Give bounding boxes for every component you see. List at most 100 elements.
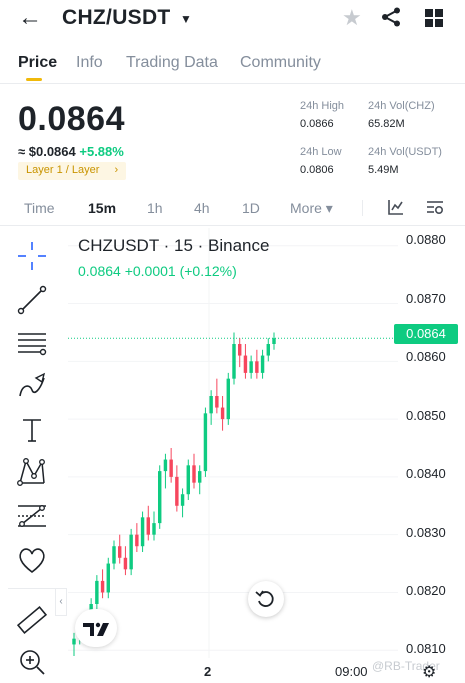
candle-body	[266, 344, 270, 356]
y-tick-label: 0.0830	[406, 525, 446, 540]
tab-price[interactable]: Price	[18, 54, 57, 72]
y-tick-label: 0.0870	[406, 291, 446, 306]
last-price: 0.0864	[18, 100, 125, 138]
candle-body	[209, 396, 213, 414]
reset-icon	[255, 590, 274, 607]
share-icon[interactable]	[380, 6, 402, 28]
tradingview-logo[interactable]	[75, 609, 117, 647]
page-tabs: Price Info Trading Data Community	[0, 48, 465, 84]
current-price-tag: 0.0864	[394, 324, 458, 344]
reset-chart-button[interactable]	[248, 581, 284, 617]
y-tick-label: 0.0840	[406, 466, 446, 481]
toolbar-divider	[8, 588, 56, 589]
gear-icon[interactable]: ⚙	[422, 662, 436, 682]
interval-1h[interactable]: 1h	[147, 200, 163, 216]
interval-more[interactable]: More ▾	[290, 200, 333, 217]
y-tick-label: 0.0880	[406, 232, 446, 247]
pattern-icon[interactable]	[16, 456, 48, 488]
candle-body	[95, 580, 99, 604]
candle-body	[243, 355, 248, 373]
candle-body	[232, 344, 236, 379]
candle-body	[100, 580, 105, 593]
horizontal-lines-icon[interactable]	[16, 328, 48, 360]
stat-24h-vol-base-value: 65.82M	[368, 118, 405, 130]
chart-title: CHZUSDT · 15 · Binance	[78, 236, 270, 255]
candle-body	[146, 517, 150, 535]
candle-body	[112, 546, 116, 564]
candle-body	[255, 361, 259, 373]
candle-body	[129, 534, 133, 570]
candle-body	[192, 465, 196, 483]
chevron-down-icon[interactable]: ▼	[180, 12, 192, 26]
stat-24h-low-label: 24h Low	[300, 146, 342, 158]
candle-body	[152, 523, 156, 535]
crosshair-icon[interactable]	[16, 240, 48, 272]
indicators-icon[interactable]	[388, 199, 404, 215]
top-bar: ← CHZ/USDT ▼ ★	[0, 0, 465, 40]
heart-icon[interactable]	[16, 544, 48, 576]
candle-body	[175, 476, 179, 506]
candle-body	[118, 546, 122, 558]
trend-line-icon[interactable]	[16, 284, 48, 316]
candle-body	[123, 557, 128, 570]
tab-community[interactable]: Community	[240, 54, 321, 72]
category-tag[interactable]: Layer 1 / Layer ›	[18, 162, 127, 180]
stat-24h-high-label: 24h High	[300, 100, 345, 112]
text-icon[interactable]	[16, 414, 48, 446]
candle-body	[140, 517, 145, 547]
stat-24h-high-value: 0.0866	[300, 118, 334, 130]
candle-body	[226, 378, 230, 420]
y-tick-label: 0.0820	[406, 583, 446, 598]
brush-icon[interactable]	[16, 370, 48, 402]
candle-body	[272, 338, 276, 344]
candle-body	[180, 494, 185, 506]
stat-24h-low-value: 0.0806	[300, 164, 334, 176]
candle-body	[238, 344, 242, 356]
category-tag-label: Layer 1 / Layer	[26, 164, 100, 176]
candle-body	[135, 534, 139, 547]
divider	[362, 200, 363, 216]
chart-settings-icon[interactable]	[426, 199, 444, 215]
x-tick-label: 09:00	[335, 664, 368, 679]
candle-body	[260, 355, 265, 373]
candle-body	[158, 471, 162, 524]
grid-icon[interactable]	[425, 9, 443, 27]
usd-value: ≈ $0.0864	[18, 144, 76, 159]
candle-body	[215, 396, 219, 408]
y-tick-label: 0.0850	[406, 408, 446, 423]
fib-retracement-icon[interactable]	[16, 500, 48, 532]
tab-trading-data[interactable]: Trading Data	[126, 54, 218, 72]
active-tab-indicator	[26, 78, 42, 81]
ohlc-readout: 0.0864 +0.0001 (+0.12%)	[78, 263, 237, 279]
stat-24h-vol-quote-value: 5.49M	[368, 164, 399, 176]
pair-selector[interactable]: CHZ/USDT	[62, 6, 171, 30]
interval-15m[interactable]: 15m	[88, 200, 116, 216]
candle-body	[249, 361, 253, 373]
tradingview-logo-icon	[83, 622, 109, 636]
candle-body	[163, 459, 168, 472]
candle-body	[106, 563, 110, 593]
stat-24h-vol-quote-label: 24h Vol(USDT)	[368, 146, 442, 158]
candle-body	[169, 459, 173, 477]
tab-info[interactable]: Info	[76, 54, 103, 72]
usd-price-change: ≈ $0.0864 +5.88%	[18, 144, 124, 159]
back-arrow-icon[interactable]: ←	[18, 6, 42, 30]
collapse-toolbar-button[interactable]: ‹	[55, 588, 67, 616]
stat-24h-vol-base-label: 24h Vol(CHZ)	[368, 100, 435, 112]
y-tick-label: 0.0810	[406, 641, 446, 656]
interval-bar: Time 15m 1h 4h 1D More ▾	[0, 190, 465, 226]
star-icon[interactable]: ★	[342, 5, 362, 31]
zoom-in-icon[interactable]	[16, 646, 48, 678]
interval-time[interactable]: Time	[24, 200, 55, 216]
candle-body	[203, 413, 208, 472]
price-change-percent: +5.88%	[79, 144, 124, 159]
candle-body	[198, 471, 202, 483]
y-tick-label: 0.0860	[406, 349, 446, 364]
interval-4h[interactable]: 4h	[194, 200, 210, 216]
x-tick-label: 2	[204, 664, 212, 679]
ruler-icon[interactable]	[16, 604, 48, 636]
candle-body	[220, 407, 225, 420]
chevron-right-icon: ›	[114, 164, 119, 176]
candle-body	[186, 465, 190, 495]
interval-1d[interactable]: 1D	[242, 200, 260, 216]
